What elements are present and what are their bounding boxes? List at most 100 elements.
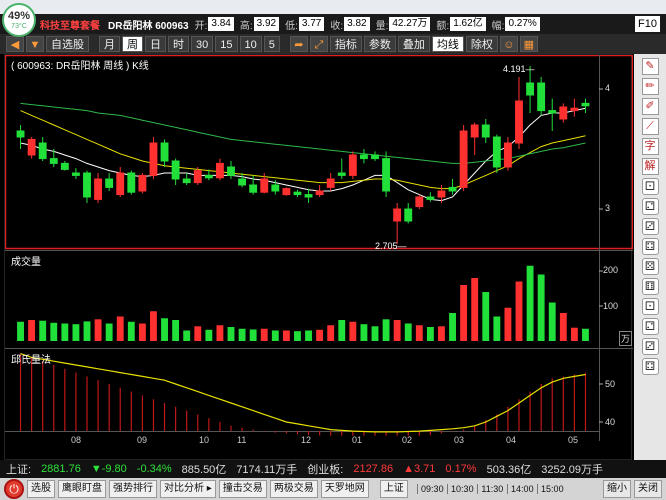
text-icon[interactable]: 字: [641, 138, 659, 155]
strength-rank-button[interactable]: 强势排行: [109, 480, 157, 498]
volume-bar: [471, 278, 479, 341]
nav-left-icon[interactable]: ◀: [6, 36, 24, 52]
dice-5-icon[interactable]: ⚄: [641, 258, 659, 275]
candle-body: [459, 130, 468, 188]
candle-body: [116, 172, 125, 196]
top-info-bar: 49% 73°C 科技至尊套餐 DR岳阳林 600963 开: 3.84 高: 3.…: [0, 0, 666, 37]
cy-index-pct: 0.17%: [445, 463, 477, 475]
amplitude-value: 0.27%: [505, 17, 540, 31]
volume-bar: [39, 320, 47, 341]
sh-index-label: 上证:: [6, 464, 32, 476]
candle-body: [138, 174, 147, 192]
index-select-button[interactable]: 上证: [379, 480, 408, 498]
volume-bar: [515, 281, 523, 341]
dice-8-icon[interactable]: ⚁: [641, 318, 659, 335]
pen-icon[interactable]: ✎: [641, 58, 659, 75]
overlay-button[interactable]: 叠加: [397, 36, 430, 52]
quote-row: 科技至尊套餐 DR岳阳林 600963 开: 3.84 高: 3.92 低: 3.77…: [0, 14, 666, 34]
x-tick-05: 05: [568, 435, 579, 445]
intraday-time-axis: 09:30 10:30 11:30 14:00 15:00: [416, 484, 567, 494]
share-arrow-icon[interactable]: ➦: [289, 36, 308, 52]
avatar-icon[interactable]: ☺: [499, 36, 518, 52]
volume-bar: [582, 328, 589, 341]
volume-bar: [349, 321, 357, 341]
pencil-icon[interactable]: ✏: [641, 78, 659, 95]
volume-bar: [94, 319, 102, 341]
period-week-button[interactable]: 周: [122, 36, 143, 52]
volume-bar: [537, 274, 545, 341]
cy-index-change: ▲3.71: [403, 463, 436, 475]
stock-pick-button[interactable]: 选股: [27, 480, 55, 498]
volume-tick-100: 100: [603, 301, 619, 311]
volume-bar: [227, 327, 235, 341]
sh-index-change: ▼-9.80: [90, 463, 127, 475]
period-month-button[interactable]: 月: [99, 36, 120, 52]
candle-body: [581, 102, 590, 107]
params-button[interactable]: 参数: [363, 36, 396, 52]
volume-bar: [205, 329, 213, 341]
ex-right-button[interactable]: 除权: [465, 36, 498, 52]
dice-1-icon[interactable]: ⚀: [641, 178, 659, 195]
explain-icon[interactable]: 解: [641, 158, 659, 175]
period-30min-button[interactable]: 30: [191, 36, 214, 52]
fullscreen-icon[interactable]: ⤢: [309, 36, 328, 52]
volume-bar: [138, 323, 146, 341]
period-15min-button[interactable]: 15: [215, 36, 238, 52]
dice-2-icon[interactable]: ⚁: [641, 198, 659, 215]
eagle-eye-button[interactable]: 鹰眼盯盘: [58, 480, 106, 498]
candles-group: [16, 66, 590, 245]
period-day-button[interactable]: 日: [145, 36, 166, 52]
volume-bar: [28, 320, 36, 341]
chart-area[interactable]: ( 600963: DR岳阳林 周线 ) K线 成交量 邱氏量法 4 3 200…: [4, 54, 633, 460]
candle-body: [149, 142, 158, 176]
dice-3-icon[interactable]: ⚂: [641, 218, 659, 235]
candle-body: [393, 208, 402, 222]
candle-body: [404, 208, 413, 222]
slash-icon[interactable]: ⟋: [641, 118, 659, 135]
volume-bar: [105, 323, 113, 341]
candle-body: [437, 190, 446, 198]
candle-body: [470, 124, 479, 138]
volume-value: 42.27万: [389, 17, 431, 31]
ma-line-button[interactable]: 均线: [431, 36, 464, 52]
volume-bar: [83, 321, 91, 341]
self-select-button[interactable]: 自选股: [46, 36, 89, 52]
period-5min-button[interactable]: 5: [263, 36, 280, 52]
f10-button[interactable]: F10: [635, 16, 660, 32]
candle-body: [570, 107, 579, 112]
brush-icon[interactable]: ✐: [641, 98, 659, 115]
volume-bar: [460, 285, 468, 341]
polar-trade-button[interactable]: 两极交易: [269, 480, 318, 498]
volume-bar: [161, 318, 168, 341]
close-button[interactable]: 关闭: [634, 480, 662, 498]
period-10min-button[interactable]: 10: [239, 36, 262, 52]
dice-10-icon[interactable]: ⚃: [641, 358, 659, 375]
grid-icon[interactable]: ▦: [519, 36, 538, 52]
candle-body: [282, 188, 291, 196]
volume-bar: [249, 329, 257, 341]
indicator-button[interactable]: 指标: [329, 36, 362, 52]
period-hour-button[interactable]: 时: [168, 36, 189, 52]
candle-body: [60, 162, 69, 170]
compare-analysis-button[interactable]: 对比分析 ▸: [160, 480, 216, 498]
x-tick-02: 02: [402, 435, 413, 445]
dice-4-icon[interactable]: ⚃: [641, 238, 659, 255]
dice-6-icon[interactable]: ⚅: [641, 278, 659, 295]
volume-bar: [183, 330, 191, 341]
sky-net-button[interactable]: 天罗地网: [320, 480, 369, 498]
shrink-button[interactable]: 缩小: [603, 480, 631, 498]
candle-body: [382, 158, 391, 192]
volume-bar: [216, 325, 224, 341]
chevron-down-icon[interactable]: ▼: [26, 36, 44, 52]
volume-bar: [371, 326, 379, 341]
candle-body: [415, 196, 424, 208]
volume-bar: [504, 307, 512, 341]
candle-body: [293, 191, 302, 196]
stock-name-code: DR岳阳林 600963: [108, 20, 189, 32]
market-status-bar: 上证: 2881.76 ▼-9.80 -0.34% 885.50亿 7174.1…: [0, 460, 666, 478]
power-icon[interactable]: ⏻: [4, 479, 24, 499]
impact-trade-button[interactable]: 撞击交易: [218, 480, 267, 498]
cpu-usage-badge[interactable]: 49% 73°C: [2, 3, 36, 37]
dice-7-icon[interactable]: ⚀: [641, 298, 659, 315]
dice-9-icon[interactable]: ⚂: [641, 338, 659, 355]
